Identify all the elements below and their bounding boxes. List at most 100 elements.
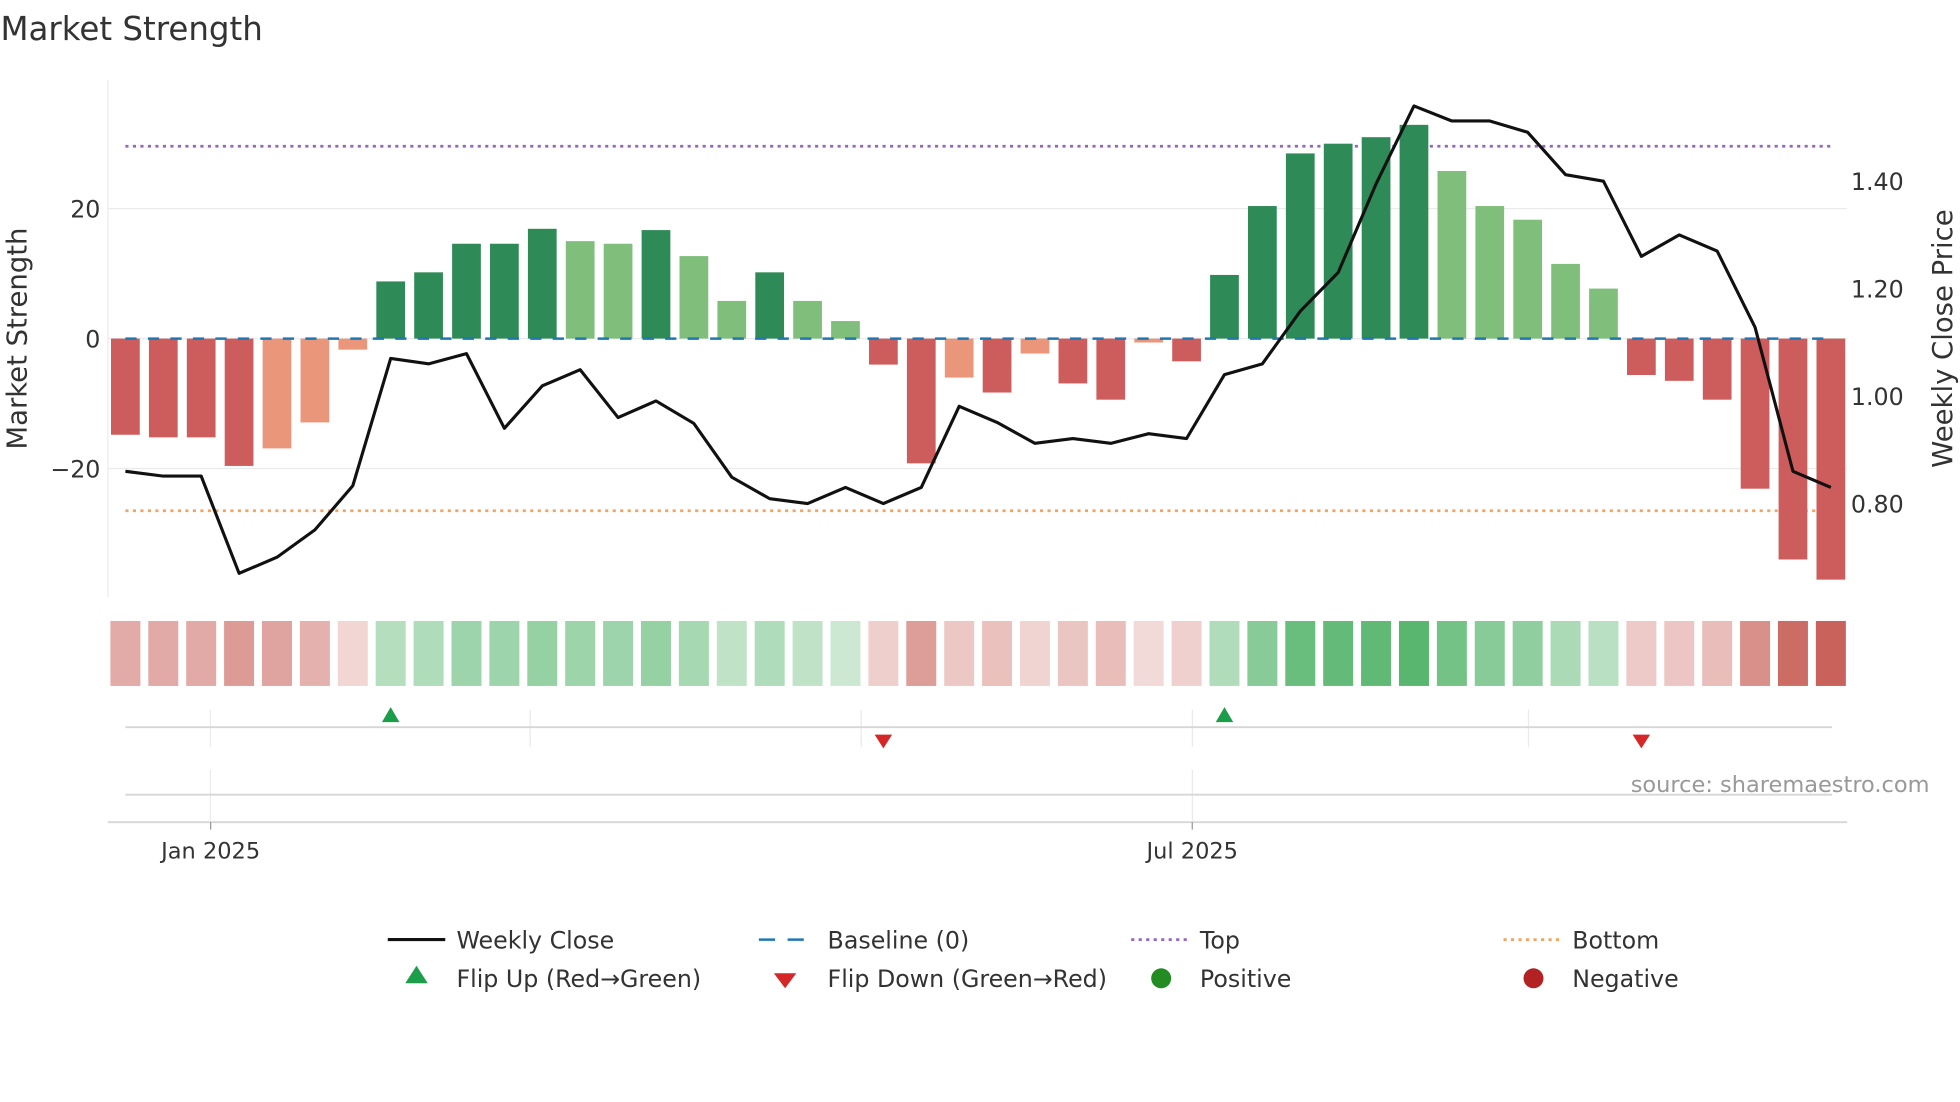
strength-bar [224, 338, 254, 466]
flip-down-marker [1632, 734, 1651, 749]
strength-bar [906, 338, 936, 464]
strength-bar [1361, 137, 1391, 339]
heat-cell [1133, 620, 1164, 686]
heat-cell [1664, 620, 1695, 686]
strength-bar [452, 243, 481, 339]
heat-cell [224, 620, 255, 686]
heat-cell [1209, 620, 1240, 686]
strength-bar [1664, 338, 1694, 381]
legend-label: Weekly Close [456, 926, 614, 954]
strength-bar [1172, 338, 1201, 362]
strength-bar [565, 241, 595, 339]
heat-cell [1285, 620, 1316, 686]
heat-cell [1436, 620, 1467, 686]
heat-cell [1474, 620, 1505, 686]
heat-cell [565, 620, 596, 686]
x-tick-label: Jul 2025 [1145, 838, 1238, 864]
heat-cell [1550, 620, 1581, 686]
triangle-up-icon [405, 965, 428, 984]
y2-tick-label: 1.00 [1851, 383, 1904, 411]
circle-icon [1151, 968, 1172, 989]
legend-item: Flip Down (Green→Red) [773, 965, 1107, 993]
heat-cell [451, 620, 482, 686]
heat-cell [1512, 620, 1543, 686]
strength-bar [148, 338, 178, 438]
legend-label: Baseline (0) [828, 926, 970, 954]
strength-bar [1778, 338, 1808, 560]
heat-cell [678, 620, 709, 686]
strength-bar [262, 338, 292, 449]
legend-item: Top [1131, 926, 1240, 954]
strength-bar [603, 243, 633, 339]
strength-bar [1020, 338, 1050, 354]
y2-tick-label: 0.80 [1851, 490, 1904, 518]
strength-bar [679, 256, 709, 339]
strength-bar [1210, 274, 1239, 339]
heat-cell [640, 620, 671, 686]
heat-cell [1247, 620, 1278, 686]
strength-bar [982, 338, 1012, 393]
heat-cell [337, 620, 368, 686]
heat-cell [375, 620, 406, 686]
y-tick-label: 20 [70, 195, 100, 223]
triangle-down-icon [773, 973, 797, 989]
heat-cell [792, 620, 823, 686]
grid-lines [107, 79, 1848, 598]
source-note: source: sharemaestro.com [1631, 772, 1930, 798]
heat-cell [489, 620, 520, 686]
heat-cell [1323, 620, 1354, 686]
heat-cell [830, 620, 861, 686]
strength-bar [755, 272, 785, 339]
legend-label: Flip Down (Green→Red) [828, 965, 1107, 993]
strength-bar [186, 338, 216, 438]
strength-bar [793, 300, 822, 339]
heat-cell [754, 620, 785, 686]
strength-bar [1248, 206, 1277, 339]
legend: Weekly Close Baseline (0) Top Bottom Flip Up… [387, 926, 1679, 993]
heat-cell [1626, 620, 1657, 686]
strength-bar [1816, 338, 1846, 580]
strength-bar [527, 228, 557, 339]
strength-bar [1437, 170, 1467, 339]
strength-bar [1626, 338, 1656, 375]
strength-bar [1058, 338, 1088, 384]
heat-cell [186, 620, 217, 686]
strength-bar [338, 338, 368, 350]
strength-bar [111, 338, 140, 435]
strength-bars [111, 124, 1846, 580]
strength-bar [414, 272, 443, 339]
y2-tick-label: 1.40 [1851, 168, 1904, 196]
heat-cell [906, 620, 937, 686]
flip-down-marker [874, 734, 893, 749]
strength-bar [300, 338, 330, 423]
legend-item: Flip Up (Red→Green) [405, 965, 701, 993]
circle-icon [1523, 968, 1544, 989]
heat-cell [1057, 620, 1088, 686]
strength-bar [831, 321, 860, 339]
legend-label: Flip Up (Red→Green) [456, 965, 701, 993]
legend-label: Bottom [1572, 926, 1659, 954]
heat-cell [868, 620, 899, 686]
strength-heat-strip [110, 620, 1846, 686]
heat-cell [1740, 620, 1771, 686]
heat-cell [1019, 620, 1050, 686]
strength-bar [641, 230, 671, 339]
legend-item: Negative [1523, 965, 1679, 993]
heat-cell [148, 620, 179, 686]
strength-bar [490, 243, 519, 339]
y-axis-label: Market Strength [2, 228, 34, 450]
strength-bar [1399, 124, 1429, 339]
heat-cell [1777, 620, 1808, 686]
heat-cell [413, 620, 444, 686]
heat-cell [1361, 620, 1392, 686]
strength-bar [717, 300, 747, 339]
chart-title: Market Strength [0, 10, 262, 48]
x-tick-label: Jan 2025 [159, 838, 260, 864]
legend-item: Bottom [1503, 926, 1659, 954]
heat-cell [1398, 620, 1429, 686]
strength-bar [869, 338, 898, 365]
strength-bar [1096, 338, 1126, 400]
strength-bar [376, 281, 406, 339]
strength-bar [1589, 288, 1618, 339]
y-tick-label: 0 [85, 325, 100, 353]
